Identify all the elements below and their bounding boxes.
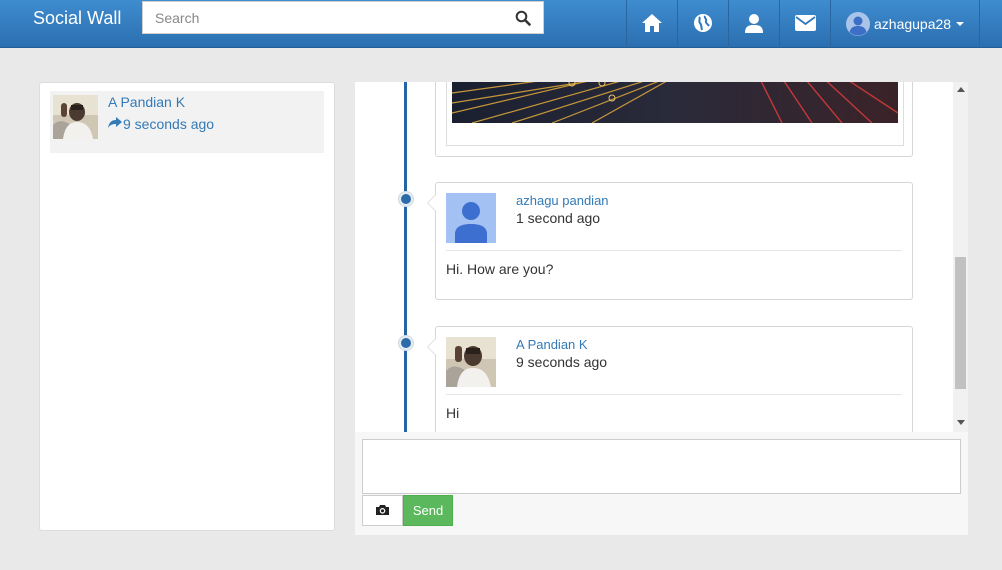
- author-avatar[interactable]: [446, 337, 496, 387]
- user-icon: [744, 13, 764, 36]
- home-icon: [641, 13, 663, 36]
- author-avatar[interactable]: [446, 193, 496, 243]
- send-button[interactable]: Send: [403, 495, 453, 526]
- search-input[interactable]: [143, 2, 483, 33]
- timeline-dot: [399, 192, 413, 206]
- contact-time-label: 9 seconds ago: [123, 116, 215, 132]
- timeline-post-image: [435, 82, 913, 157]
- message-input[interactable]: [362, 439, 961, 494]
- post-time: 9 seconds ago: [516, 354, 608, 370]
- camera-icon: [375, 503, 390, 519]
- contact-name-link[interactable]: A Pandian K: [108, 94, 185, 110]
- post-image[interactable]: [446, 82, 904, 146]
- nav-globe-button[interactable]: [677, 0, 728, 48]
- timeline-line: [404, 82, 407, 432]
- scrollbar-thumb[interactable]: [955, 257, 966, 389]
- contact-time[interactable]: 9 seconds ago: [108, 116, 214, 132]
- timeline-post: azhagu pandian 1 second ago Hi. How are …: [427, 182, 913, 300]
- envelope-icon: [794, 14, 816, 34]
- chat-panel: azhagu pandian 1 second ago Hi. How are …: [355, 82, 968, 535]
- nav-profile-button[interactable]: [728, 0, 779, 48]
- post-header: A Pandian K 9 seconds ago: [446, 327, 902, 395]
- caret-down-icon: [956, 22, 965, 26]
- brand-logo[interactable]: Social Wall: [33, 8, 121, 28]
- nav-menu: azhagupa28: [626, 0, 980, 48]
- nav-home-button[interactable]: [626, 0, 677, 48]
- post-author-link[interactable]: A Pandian K: [516, 337, 588, 352]
- timeline-feed[interactable]: azhagu pandian 1 second ago Hi. How are …: [355, 82, 953, 432]
- scroll-up-arrow-icon[interactable]: [957, 87, 965, 92]
- post-message: Hi: [446, 405, 460, 421]
- share-icon: [108, 116, 123, 132]
- timeline-post: A Pandian K 9 seconds ago Hi: [427, 326, 913, 432]
- contact-item[interactable]: A Pandian K 9 seconds ago: [50, 91, 324, 153]
- post-header: azhagu pandian 1 second ago: [446, 183, 902, 251]
- attach-photo-button[interactable]: [362, 495, 403, 526]
- top-navbar: Social Wall Search azhagupa28: [0, 0, 1002, 48]
- post-author-link[interactable]: azhagu pandian: [516, 193, 609, 208]
- username-label: azhagupa28: [874, 16, 952, 32]
- globe-icon: [693, 13, 713, 36]
- post-time: 1 second ago: [516, 210, 601, 226]
- scroll-down-arrow-icon[interactable]: [957, 420, 965, 425]
- nav-messages-button[interactable]: [779, 0, 830, 48]
- feed-scrollbar[interactable]: [953, 82, 968, 432]
- timeline-dot: [399, 336, 413, 350]
- search-box: [142, 1, 544, 34]
- search-icon[interactable]: [515, 10, 531, 26]
- avatar: [846, 12, 870, 36]
- contacts-panel: A Pandian K 9 seconds ago: [39, 82, 335, 531]
- user-menu-dropdown[interactable]: azhagupa28: [830, 0, 980, 48]
- post-message: Hi. How are you?: [446, 261, 554, 277]
- contact-avatar: [53, 95, 98, 139]
